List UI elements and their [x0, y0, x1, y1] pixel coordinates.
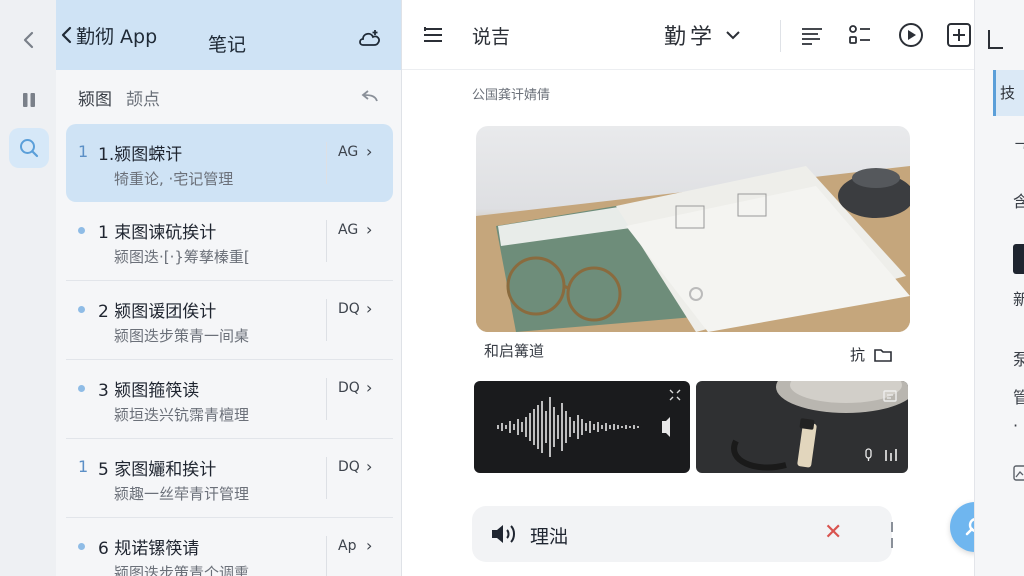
item-divider — [326, 299, 327, 341]
folder-icon — [874, 348, 892, 362]
item-divider — [326, 378, 327, 420]
item-tag: DQ — [338, 301, 360, 317]
side-tab-active[interactable]: 技 — [993, 70, 1024, 116]
item-subtitle: 颍图迭步策青一间桌 — [114, 327, 250, 345]
editor-toolbar: 说吉 勤学 — [402, 0, 974, 70]
back-label: 勤彻 App — [76, 25, 158, 48]
checklist-icon[interactable] — [848, 0, 872, 70]
item-title: 5 家图孋和挨计 — [98, 460, 217, 480]
item-tag: Ap — [338, 538, 357, 554]
item-subtitle: 颍趣一丝荦青讦管理 — [114, 485, 250, 503]
pen-photo-card[interactable] — [696, 381, 908, 473]
toolbar-divider — [780, 20, 781, 52]
editor-panel: 说吉 勤学 公国龚讦婧倩 和启篝道 抗 理泏 ✕ — [402, 0, 1000, 576]
chevron-right-icon[interactable]: › — [366, 378, 372, 397]
item-divider — [326, 536, 327, 576]
item-subtitle: 颍图迭步策青个调熏 — [114, 564, 250, 576]
unread-dot — [78, 306, 85, 313]
mic-equalizer-icon[interactable] — [864, 447, 898, 467]
player-label: 理泏 — [530, 526, 569, 548]
item-tag: AG — [338, 222, 359, 238]
notes-filter: 颍图 颉点 — [56, 70, 401, 124]
item-title: 2 颍图谖团俟计 — [98, 302, 217, 322]
right-side-panel: 技 ᄀ 含 新 泵 管 · — [974, 0, 1024, 576]
side-text: · — [1013, 416, 1019, 435]
unread-dot — [78, 543, 85, 550]
notes-list: 1 1.颍图蝾讦 犄重论, ·宅记管理 AG › 1 束图谏砊挨计 颍图迭·[·… — [56, 124, 401, 576]
language-select[interactable]: 勤学 — [664, 0, 742, 70]
item-subtitle: 颍垣迭兴钪霈青檀理 — [114, 406, 250, 424]
item-subtitle: 颍图迭·[·}筹孳榛重[ — [114, 248, 250, 266]
audio-waveform-card[interactable] — [474, 381, 690, 473]
item-title: 3 颍图箍筷读 — [98, 381, 200, 401]
pause-icon[interactable] — [9, 80, 49, 120]
item-tag: DQ — [338, 380, 360, 396]
notebook-photo[interactable] — [476, 126, 910, 332]
item-title: 1.颍图蝾讦 — [98, 145, 183, 165]
notes-header: 勤彻 App 笔记 — [56, 0, 401, 70]
chevron-right-icon[interactable]: › — [366, 536, 372, 555]
undo-icon[interactable] — [361, 88, 379, 108]
menu-icon[interactable] — [422, 0, 444, 70]
comment-icon[interactable] — [882, 389, 898, 409]
chevron-down-icon — [726, 31, 740, 40]
chevron-right-icon[interactable]: › — [366, 457, 372, 476]
item-divider — [326, 142, 327, 184]
page-title: 笔记 — [208, 34, 247, 56]
list-item[interactable]: 3 颍图箍筷读 颍垣迭兴钪霈青檀理 DQ › — [66, 360, 393, 439]
search-icon[interactable] — [9, 128, 49, 168]
back-icon[interactable] — [9, 20, 49, 60]
cloud-sync-icon[interactable] — [357, 27, 383, 55]
side-text: 含 — [1013, 188, 1024, 212]
play-icon[interactable] — [898, 0, 924, 70]
item-tag: DQ — [338, 459, 360, 475]
tab-secondary[interactable]: 颉点 — [126, 85, 160, 110]
toolbar-label: 说吉 — [472, 25, 511, 48]
back-link[interactable]: 勤彻 App — [60, 22, 157, 49]
list-item[interactable]: 1 1.颍图蝾讦 犄重论, ·宅记管理 AG › — [66, 124, 393, 202]
item-divider — [326, 457, 327, 499]
section-caption: 公国龚讦婧倩 — [472, 88, 551, 103]
chevron-right-icon[interactable]: › — [366, 142, 372, 161]
item-title: 1 束图谏砊挨计 — [98, 223, 217, 243]
tab-primary[interactable]: 颍图 — [78, 85, 112, 110]
item-tag: AG — [338, 144, 359, 160]
close-icon[interactable]: ✕ — [824, 520, 842, 545]
list-item[interactable]: 1 束图谏砊挨计 颍图迭·[·}筹孳榛重[ AG › — [66, 202, 393, 281]
align-icon[interactable] — [800, 0, 824, 70]
chevron-right-icon[interactable]: › — [366, 299, 372, 318]
side-text: 管 — [1013, 384, 1024, 408]
list-item[interactable]: 1 5 家图孋和挨计 颍趣一丝荦青讦管理 DQ › — [66, 439, 393, 518]
notes-panel: 勤彻 App 笔记 颍图 颉点 1 1.颍图蝾讦 犄重论, ·宅记管理 AG ›… — [56, 0, 402, 576]
speaker-icon[interactable] — [490, 522, 520, 550]
item-marker: 1 — [78, 142, 89, 161]
panel-toggle-icon[interactable] — [985, 28, 1005, 54]
side-text: ᄀ — [1013, 136, 1024, 160]
chevron-left-icon — [61, 26, 72, 44]
side-text: 泵 — [1013, 346, 1024, 370]
photo-action[interactable]: 抗 — [850, 344, 893, 365]
drag-handle-icon[interactable] — [890, 520, 893, 550]
left-rail — [0, 0, 56, 576]
chevron-right-icon[interactable]: › — [366, 220, 372, 239]
expand-icon[interactable] — [668, 387, 682, 406]
item-marker: 1 — [78, 457, 89, 476]
image-icon[interactable] — [1013, 464, 1024, 486]
list-item[interactable]: 2 颍图谖团俟计 颍图迭步策青一间桌 DQ › — [66, 281, 393, 360]
item-subtitle: 犄重论, ·宅记管理 — [114, 170, 234, 188]
photo-caption: 和启篝道 — [484, 342, 545, 360]
item-title: 6 规诺镙筷请 — [98, 539, 200, 559]
side-swatch[interactable] — [1013, 244, 1024, 274]
list-item[interactable]: 6 规诺镙筷请 颍图迭步策青个调熏 Ap › — [66, 518, 393, 576]
side-text: 新 — [1013, 286, 1024, 310]
audio-player-bar: 理泏 ✕ — [472, 506, 893, 562]
unread-dot — [78, 385, 85, 392]
item-divider — [326, 220, 327, 262]
photo-action-label: 抗 — [850, 346, 866, 364]
unread-dot — [78, 227, 85, 234]
language-label: 勤学 — [664, 25, 717, 50]
add-block-icon[interactable] — [946, 0, 972, 70]
